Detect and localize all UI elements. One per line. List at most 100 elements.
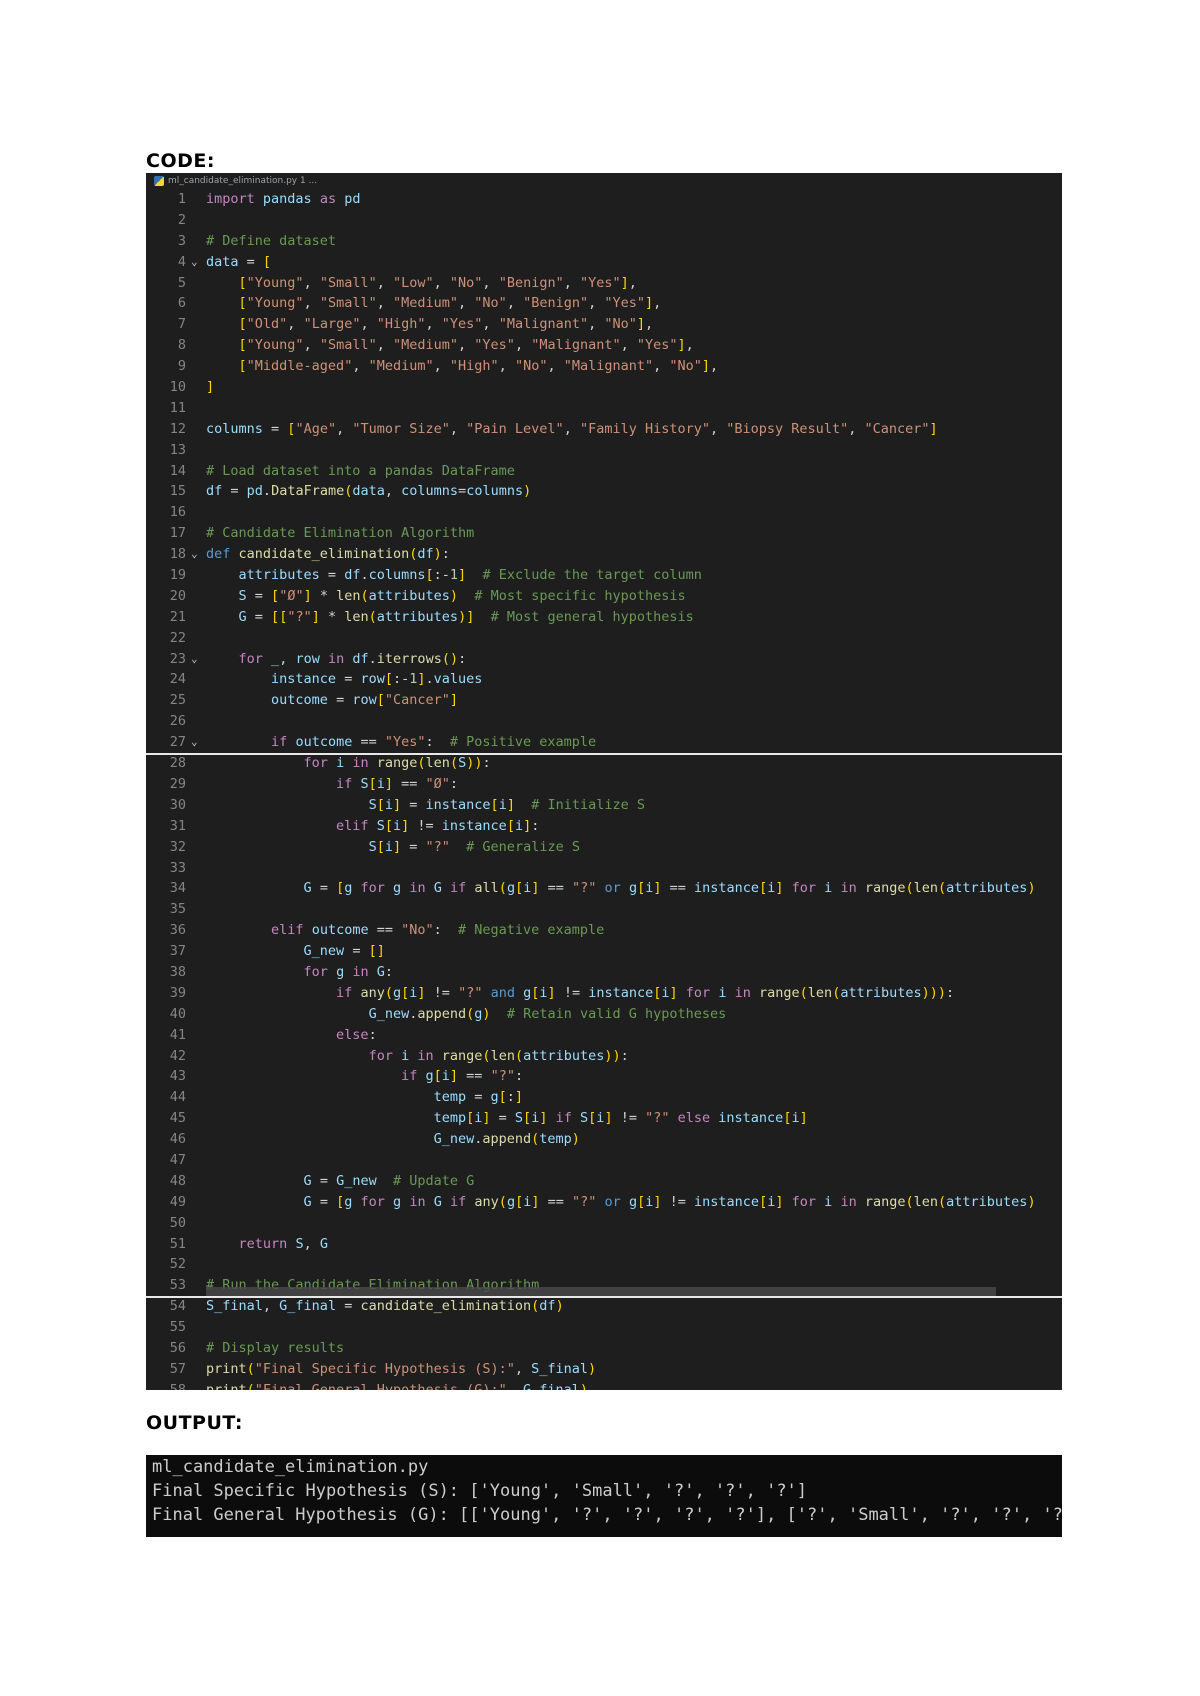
code-line: 48 G = G_new # Update G — [146, 1171, 1062, 1192]
line-number: 27 — [169, 734, 186, 751]
code-text: elif outcome == "No": # Negative example — [271, 922, 605, 939]
line-number: 22 — [169, 629, 186, 646]
code-text: elif S[i] != instance[i]: — [336, 817, 540, 834]
code-line: 46 G_new.append(temp) — [146, 1129, 1062, 1150]
code-text: for g in G: — [303, 963, 394, 980]
line-number: 18 — [169, 546, 186, 563]
code-text: attributes = df.columns[:-1] # Exclude t… — [238, 567, 702, 584]
code-text: # Load dataset into a pandas DataFrame — [206, 462, 515, 479]
line-number: 58 — [169, 1381, 186, 1390]
code-line: 25 outcome = row["Cancer"] — [146, 690, 1062, 711]
code-line: 33 — [146, 858, 1062, 879]
code-text: ["Young", "Small", "Medium", "Yes", "Mal… — [238, 337, 694, 354]
code-line: 41 else: — [146, 1025, 1062, 1046]
line-number: 45 — [169, 1110, 186, 1127]
line-number: 35 — [169, 901, 186, 918]
code-text: S[i] = "?" # Generalize S — [368, 838, 580, 855]
line-number: 50 — [169, 1214, 186, 1231]
code-line: 55 — [146, 1317, 1062, 1338]
code-text: import pandas as pd — [206, 191, 361, 207]
code-line: 29 if S[i] == "Ø": — [146, 774, 1062, 795]
fold-chevron-icon[interactable]: ⌄ — [191, 544, 198, 565]
code-text: G = G_new # Update G — [303, 1172, 475, 1189]
code-text: if g[i] == "?": — [401, 1068, 524, 1085]
line-number: 20 — [169, 587, 186, 604]
code-line: 26 — [146, 711, 1062, 732]
code-line: 38 for g in G: — [146, 962, 1062, 983]
code-line: 31 elif S[i] != instance[i]: — [146, 816, 1062, 837]
code-text: outcome = row["Cancer"] — [271, 692, 459, 709]
code-line: 7 ["Old", "Large", "High", "Yes", "Malig… — [146, 314, 1062, 335]
fold-chevron-icon[interactable]: ⌄ — [191, 732, 198, 753]
code-line: 34 G = [g for g in G if all(g[i] == "?" … — [146, 878, 1062, 899]
code-text: df = pd.DataFrame(data, columns=columns) — [206, 483, 532, 500]
line-number: 16 — [169, 504, 186, 521]
code-line: 11 — [146, 398, 1062, 419]
code-line: 21 G = [["?"] * len(attributes)] # Most … — [146, 607, 1062, 628]
code-line: 20 S = ["Ø"] * len(attributes) # Most sp… — [146, 586, 1062, 607]
line-number: 41 — [169, 1026, 186, 1043]
line-number: 8 — [177, 337, 186, 354]
fold-chevron-icon[interactable]: ⌄ — [191, 252, 198, 273]
code-line: 19 attributes = df.columns[:-1] # Exclud… — [146, 565, 1062, 586]
code-text: if any(g[i] != "?" and g[i] != instance[… — [336, 984, 955, 1001]
line-number: 38 — [169, 963, 186, 980]
code-text: columns = ["Age", "Tumor Size", "Pain Le… — [206, 420, 938, 437]
line-number: 29 — [169, 775, 186, 792]
code-line: 12 columns = ["Age", "Tumor Size", "Pain … — [146, 419, 1062, 440]
code-line: 4 ⌄ data = [ — [146, 252, 1062, 273]
code-text: for _, row in df.iterrows(): — [238, 650, 467, 667]
fold-chevron-icon[interactable]: ⌄ — [191, 649, 198, 670]
code-text: temp = g[:] — [433, 1089, 524, 1106]
code-line: 28 for i in range(len(S)): — [146, 753, 1062, 774]
editor-file-tab[interactable]: ml_candidate_elimination.py 1 ... — [146, 173, 1062, 189]
code-text: S = ["Ø"] * len(attributes) # Most speci… — [238, 587, 686, 604]
code-line: 13 — [146, 440, 1062, 461]
line-number: 13 — [169, 441, 186, 458]
code-line: 15 df = pd.DataFrame(data, columns=column… — [146, 481, 1062, 502]
line-number: 26 — [169, 713, 186, 730]
code-text: G = [g for g in G if all(g[i] == "?" or … — [303, 880, 1036, 897]
code-line: 47 — [146, 1150, 1062, 1171]
code-line: 32 S[i] = "?" # Generalize S — [146, 837, 1062, 858]
python-file-icon — [154, 176, 164, 186]
code-line: 2 — [146, 210, 1062, 231]
line-number: 51 — [169, 1235, 186, 1252]
code-line: 24 instance = row[:-1].values — [146, 669, 1062, 690]
code-line: 43 if g[i] == "?": — [146, 1066, 1062, 1087]
code-text: ["Old", "Large", "High", "Yes", "Maligna… — [238, 316, 654, 333]
code-line: 30 S[i] = instance[i] # Initialize S — [146, 795, 1062, 816]
line-number: 44 — [169, 1089, 186, 1106]
code-line: 8 ["Young", "Small", "Medium", "Yes", "M… — [146, 335, 1062, 356]
terminal-output-screenshot: ml_candidate_elimination.py Final Specif… — [146, 1455, 1062, 1537]
line-number: 14 — [169, 462, 186, 479]
line-number: 10 — [169, 379, 186, 396]
code-line: 49 G = [g for g in G if any(g[i] == "?" … — [146, 1192, 1062, 1213]
line-number: 15 — [169, 483, 186, 500]
code-line: 18 ⌄ def candidate_elimination(df): — [146, 544, 1062, 565]
code-lines: 1 import pandas as pd 2 3 # Define dataset 4 ⌄… — [146, 189, 1062, 1390]
horizontal-scrollbar[interactable] — [206, 1287, 996, 1296]
line-number: 9 — [177, 358, 186, 375]
line-number: 34 — [169, 880, 186, 897]
code-line: 3 # Define dataset — [146, 231, 1062, 252]
code-line: 56 # Display results — [146, 1338, 1062, 1359]
line-number: 57 — [169, 1360, 186, 1377]
code-text: print("Final Specific Hypothesis (S):", … — [206, 1360, 597, 1377]
line-number: 4 — [177, 253, 186, 270]
line-number: 28 — [169, 755, 186, 772]
code-line: 9 ["Middle-aged", "Medium", "High", "No"… — [146, 356, 1062, 377]
code-line: 40 G_new.append(g) # Retain valid G hypo… — [146, 1004, 1062, 1025]
code-line: 10] — [146, 377, 1062, 398]
line-number: 7 — [177, 316, 186, 333]
code-line: 54 S_final, G_final = candidate_eliminati… — [146, 1296, 1062, 1317]
line-number: 54 — [169, 1298, 186, 1315]
code-text: S_final, G_final = candidate_elimination… — [206, 1298, 564, 1315]
code-line: 39 if any(g[i] != "?" and g[i] != instan… — [146, 983, 1062, 1004]
code-line: 16 — [146, 502, 1062, 523]
line-number: 40 — [169, 1005, 186, 1022]
line-number: 24 — [169, 671, 186, 688]
code-text: G = [g for g in G if any(g[i] == "?" or … — [303, 1193, 1036, 1210]
code-text: data = [ — [206, 253, 272, 270]
code-line: 50 — [146, 1213, 1062, 1234]
